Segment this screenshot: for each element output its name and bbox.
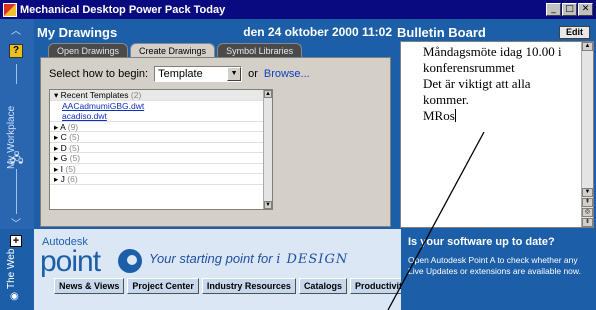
network-icon: 🖧 <box>10 151 24 165</box>
group-count: (5) <box>69 142 80 153</box>
bulletin-line: kommer. <box>423 92 469 107</box>
update-title[interactable]: Is your software up to date? <box>408 236 555 248</box>
begin-row: Select how to begin: Template ▼ or Brows… <box>49 66 310 82</box>
bulletin-line: MRos <box>423 108 455 123</box>
browse-link[interactable]: Browse... <box>264 68 310 80</box>
scroll-down-icon[interactable]: ▼ <box>582 188 593 197</box>
my-drawings-title: My Drawings <box>37 24 118 40</box>
bulletin-line: Det är viktigt att alla <box>423 76 531 91</box>
template-group-g[interactable]: ▸ G (5) <box>50 153 272 164</box>
industry-resources-button[interactable]: Industry Resources <box>201 278 296 294</box>
divider-line <box>16 64 17 84</box>
create-drawings-panel: Select how to begin: Template ▼ or Brows… <box>40 57 391 227</box>
group-count: (9) <box>67 121 79 132</box>
news-views-button[interactable]: News & Views <box>54 278 125 294</box>
title-bar: Mechanical Desktop Power Pack Today _ □ … <box>0 0 596 19</box>
point-a-banner: Autodesk point Your starting point for i… <box>34 229 440 310</box>
minimize-button[interactable]: _ <box>546 3 561 16</box>
scroll-down-icon[interactable]: ▼ <box>264 201 272 209</box>
template-group-j[interactable]: ▸ J (6) <box>50 174 272 185</box>
window-title: Mechanical Desktop Power Pack Today <box>20 3 226 16</box>
bulletin-text[interactable]: Måndagsmöte idag 10.00 i konferensrummet… <box>423 44 578 124</box>
group-letter: C <box>60 132 67 142</box>
template-file[interactable]: AACadmumiGBG.dwt <box>50 101 272 112</box>
close-button[interactable]: ✕ <box>578 3 593 16</box>
point-a-logo-icon <box>118 249 142 273</box>
update-panel: Is your software up to date? Open Autode… <box>401 229 596 310</box>
scroll-up-icon[interactable]: ▲ <box>264 90 272 98</box>
group-letter: I <box>60 163 64 174</box>
the-web-label: The Web <box>6 248 17 289</box>
my-drawings-header: My Drawings den 24 oktober 2000 11:02 <box>37 24 392 40</box>
scroll-up-icon[interactable]: ▲ <box>582 42 593 51</box>
tagline-prefix: Your starting point for <box>149 251 273 266</box>
date-time: den 24 oktober 2000 11:02 <box>243 25 392 39</box>
tab-open-drawings[interactable]: Open Drawings <box>48 43 129 57</box>
bulletin-scrollbar[interactable]: ▲ ▼ ⇞ ◎ ⇟ <box>581 42 593 227</box>
web-buttons: News & Views Project Center Industry Res… <box>54 278 440 294</box>
bulletin-last-line: MRos <box>423 108 578 124</box>
recent-templates-count: (2) <box>130 90 142 100</box>
template-group-c[interactable]: ▸ C (5) <box>50 132 272 143</box>
text-caret <box>454 109 456 122</box>
drawing-tabs: Open Drawings Create Drawings Symbol Lib… <box>48 43 304 58</box>
bulletin-header: Bulletin Board Edit <box>397 24 594 40</box>
template-list-scrollbar[interactable]: ▲ ▼ <box>263 90 272 209</box>
tagline-brand: i DESIGN <box>276 252 349 267</box>
group-letter: J <box>60 174 65 184</box>
template-group-a[interactable]: ▸ A (9) <box>50 121 272 132</box>
app-icon <box>3 2 17 17</box>
begin-label: Select how to begin: <box>49 68 149 80</box>
group-count: (6) <box>67 174 78 184</box>
chevron-up-icon: ︿ <box>11 26 21 37</box>
bulletin-line: Måndagsmöte idag 10.00 i <box>423 44 562 59</box>
web-section: + The Web ◉ Autodesk point Your starting… <box>0 229 596 310</box>
tagline: Your starting point for i DESIGN <box>149 251 348 267</box>
workplace-sidebar: ︿ ? My Workplace 🖧 ﹀ <box>0 19 34 230</box>
template-group-d[interactable]: ▸ D (5) <box>50 142 272 153</box>
begin-select[interactable]: Template ▼ <box>154 66 243 82</box>
tab-symbol-libraries[interactable]: Symbol Libraries <box>217 43 303 57</box>
group-count: (5) <box>69 132 80 142</box>
recent-templates-label: Recent Templates <box>60 90 129 100</box>
globe-icon: ◉ <box>10 291 19 302</box>
workplace-area: ︿ ? My Workplace 🖧 ﹀ My Drawings den 24 … <box>0 19 596 230</box>
help-button[interactable]: ? <box>9 44 23 58</box>
template-file[interactable]: acadiso.dwt <box>50 111 272 122</box>
group-count: (5) <box>65 163 76 174</box>
group-letter: A <box>60 121 66 132</box>
expand-button[interactable]: + <box>10 235 22 247</box>
chevron-down-icon: ﹀ <box>11 219 21 230</box>
or-label: or <box>248 68 258 80</box>
update-text: Open Autodesk Point A to check whether a… <box>408 255 581 276</box>
bulletin-line: konferensrummet <box>423 60 515 75</box>
catalogs-button[interactable]: Catalogs <box>298 278 347 294</box>
logo-point-text: point <box>40 245 101 278</box>
group-letter: D <box>60 142 67 153</box>
project-center-button[interactable]: Project Center <box>127 278 199 294</box>
tab-create-drawings[interactable]: Create Drawings <box>130 43 216 58</box>
bulletin-title: Bulletin Board <box>397 24 486 40</box>
group-count: (5) <box>69 153 81 163</box>
bulletin-board[interactable]: Måndagsmöte idag 10.00 i konferensrummet… <box>400 41 594 228</box>
maximize-button[interactable]: □ <box>562 3 577 16</box>
edit-button[interactable]: Edit <box>559 25 590 39</box>
dropdown-arrow-icon[interactable]: ▼ <box>227 67 242 81</box>
window-controls: _ □ ✕ <box>546 3 593 16</box>
web-sidebar: + The Web ◉ <box>0 229 34 310</box>
divider-line <box>16 169 17 214</box>
scroll-refresh-icon[interactable]: ◎ <box>582 208 593 217</box>
scroll-page-down-icon[interactable]: ⇟ <box>582 218 593 227</box>
template-group-i[interactable]: ▸ I (5) <box>50 163 272 174</box>
scroll-page-up-icon[interactable]: ⇞ <box>582 198 593 207</box>
template-list: ▾ Recent Templates (2) AACadmumiGBG.dwt … <box>49 89 273 210</box>
recent-templates-header[interactable]: ▾ Recent Templates (2) <box>50 90 272 101</box>
group-letter: G <box>60 153 68 163</box>
begin-select-value: Template <box>158 68 203 80</box>
